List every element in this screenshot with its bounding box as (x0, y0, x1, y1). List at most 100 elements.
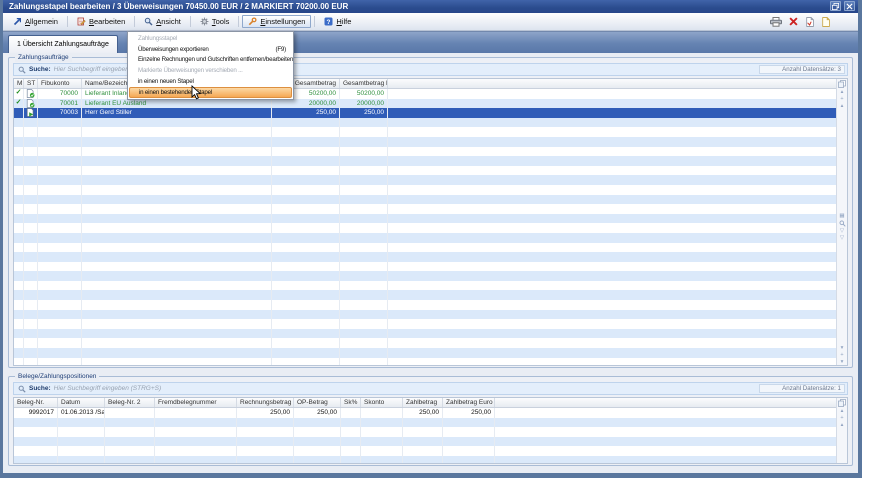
up-arrow-icon[interactable]: ▴ (841, 408, 844, 414)
table-cell (272, 300, 340, 310)
plus-icon[interactable]: + (840, 96, 843, 102)
column-header-beleg-nr-2[interactable]: Beleg-Nr. 2 (105, 398, 155, 407)
table-cell (272, 243, 340, 253)
table-cell (341, 456, 361, 463)
table-cell (294, 427, 341, 437)
empty-row (14, 118, 836, 128)
position-row-9992017[interactable]: 999201701.06.2013 /Sa250,00250,00250,002… (14, 408, 836, 418)
table-cell (14, 358, 24, 365)
new-document-button[interactable] (821, 17, 830, 27)
positions-search-input[interactable]: Hier Suchbegriff eingeben (STRG+S) (54, 385, 161, 392)
table-cell (14, 204, 24, 214)
table-cell (388, 310, 836, 320)
column-header-skonto[interactable]: Skonto (361, 398, 403, 407)
help-icon: ? (324, 17, 333, 26)
table-cell (14, 243, 24, 253)
copy-icon[interactable] (838, 80, 846, 88)
down-arrow-icon[interactable]: ▾ (841, 359, 844, 365)
table-cell (58, 456, 105, 463)
menu-einstellungen[interactable]: Einstellungen (242, 15, 311, 28)
table-cell (82, 204, 272, 214)
table-cell (340, 233, 388, 243)
table-cell (14, 147, 24, 157)
table-cell: 20000,00 (272, 99, 340, 109)
up-arrow-icon[interactable]: ▴ (841, 89, 844, 95)
table-cell (24, 271, 38, 281)
column-header-zahlbetrag-euro[interactable]: Zahlbetrag Euro (443, 398, 495, 407)
column-header-rechnungsbetrag[interactable]: Rechnungsbetrag (237, 398, 294, 407)
print-button[interactable] (770, 17, 782, 27)
table-cell: 250,00 (294, 408, 341, 418)
table-cell (340, 262, 388, 272)
column-header-zahlbetrag[interactable]: Zahlbetrag (403, 398, 443, 407)
table-cell (14, 437, 58, 447)
column-header-gesamtbetrag-euro[interactable]: Gesamtbetrag Euro (340, 79, 388, 88)
up-arrow-icon[interactable]: ▴ (841, 422, 844, 428)
table-cell (272, 281, 340, 291)
table-cell (82, 127, 272, 137)
column-header-datum[interactable]: Datum (58, 398, 105, 407)
plus-icon[interactable]: + (840, 415, 843, 421)
table-cell (24, 243, 38, 253)
table-cell (82, 223, 272, 233)
table-cell: 250,00 (237, 408, 294, 418)
column-header-beleg-nr[interactable]: Beleg-Nr. (14, 398, 58, 407)
empty-row (14, 127, 836, 137)
order-row-70001[interactable]: ✓70001Lieferant EU Ausland20000,0020000,… (14, 99, 836, 109)
table-cell (340, 137, 388, 147)
table-cell (38, 233, 82, 243)
column-header-m[interactable]: M (14, 79, 24, 88)
column-header-op-betrag[interactable]: OP-Betrag (294, 398, 341, 407)
table-cell (38, 185, 82, 195)
column-header-fibukonto[interactable]: Fibukonto (38, 79, 82, 88)
restore-button[interactable] (830, 1, 841, 11)
menu-ansicht[interactable]: Ansicht (138, 15, 187, 28)
table-cell (443, 456, 495, 463)
column-header-sk[interactable]: Sk% (341, 398, 361, 407)
empty-row (14, 204, 836, 214)
menu-separator (134, 16, 135, 27)
menuitem-einzelne-rechnungen-und-gutschriften-entfernen-bearbeiten[interactable]: Einzelne Rechnungen und Gutschriften ent… (129, 55, 292, 66)
table-cell (82, 310, 272, 320)
menuitem-in-einen-bestehenden-stapel[interactable]: in einen bestehenden Stapel (129, 87, 292, 98)
filter-icon[interactable]: ▽ (840, 235, 844, 241)
menu-hilfe[interactable]: ?Hilfe (318, 15, 357, 28)
filter-icon[interactable]: ▽ (840, 228, 844, 234)
up-arrow-icon[interactable]: ▴ (841, 103, 844, 109)
zoom-icon[interactable] (839, 220, 846, 227)
table-cell (38, 310, 82, 320)
paste-document-button[interactable] (805, 17, 814, 27)
table-cell (340, 310, 388, 320)
table-cell (403, 427, 443, 437)
table-cell (341, 446, 361, 456)
table-cell (388, 329, 836, 339)
column-header-fremdbelegnummer[interactable]: Fremdbelegnummer (155, 398, 237, 407)
menu-allgemein[interactable]: Allgemein (7, 15, 64, 28)
table-cell (294, 437, 341, 447)
tab-uebersicht-zahlungsauftraege[interactable]: 1 Übersicht Zahlungsaufträge (8, 35, 118, 53)
table-cell (38, 127, 82, 137)
table-cell (272, 233, 340, 243)
down-arrow-icon[interactable]: ▾ (841, 345, 844, 351)
table-cell (24, 262, 38, 272)
delete-button[interactable] (789, 17, 798, 26)
copy-icon[interactable] (838, 399, 846, 407)
grid-icon[interactable]: ▦ (839, 213, 844, 219)
table-cell (58, 437, 105, 447)
plus-icon[interactable]: + (840, 352, 843, 358)
column-header-st[interactable]: ST (24, 79, 38, 88)
close-button[interactable] (844, 1, 855, 11)
order-row-70003[interactable]: 70003Herr Gerd Stiller250,00250,00 (14, 108, 836, 118)
menuitem-in-einen-neuen-stapel[interactable]: in einen neuen Stapel (129, 76, 292, 87)
table-cell (14, 427, 58, 437)
table-cell (495, 408, 836, 418)
table-cell (14, 252, 24, 262)
menu-bearbeiten[interactable]: Bearbeiten (71, 15, 131, 28)
orders-table: MSTFibukontoName/BezeichnungGesamtbetrag… (13, 78, 848, 366)
menuitem-ueberweisungen-exportieren[interactable]: Überweisungen exportieren(F9) (129, 44, 292, 55)
empty-row (14, 156, 836, 166)
menu-tools[interactable]: Tools (194, 15, 236, 28)
table-cell (403, 418, 443, 428)
table-cell (388, 147, 836, 157)
table-cell (82, 271, 272, 281)
